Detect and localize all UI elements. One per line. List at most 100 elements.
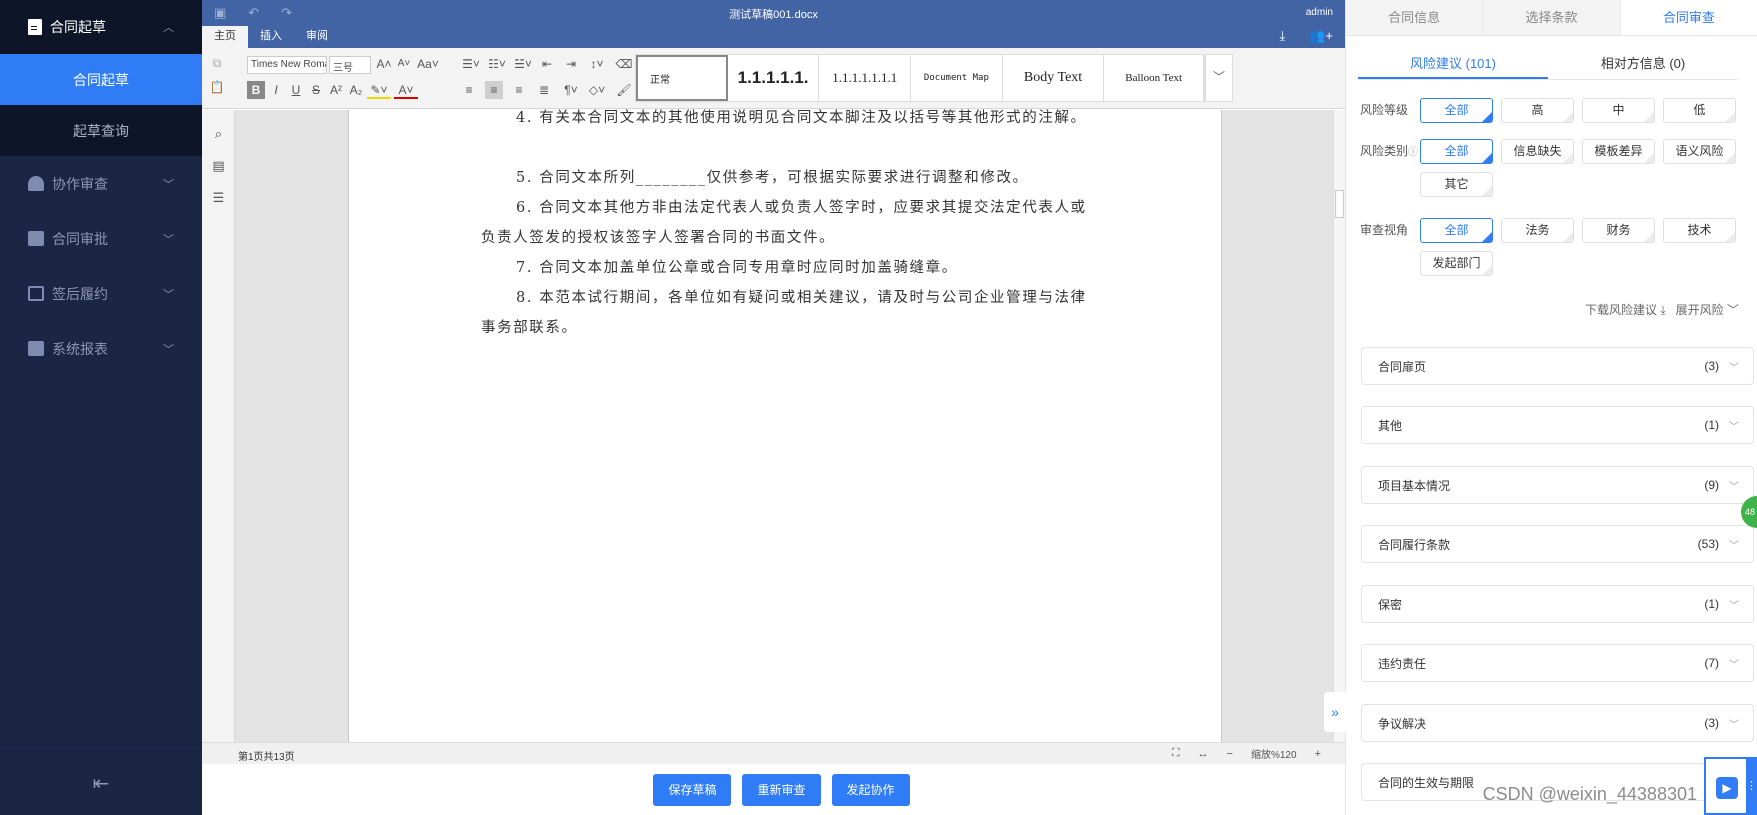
tab-counterparty-info[interactable]: 相对方信息 (0) — [1548, 52, 1738, 79]
risk-section[interactable]: 合同扉页 (3) ﹀ — [1361, 347, 1754, 385]
app-root: 合同起草 ︿ 合同起草 起草查询 协作审查 ﹀ 合同审批 ﹀ 签后履约 ﹀ 系统… — [0, 0, 1757, 815]
start-collab-button[interactable]: 发起协作 — [831, 773, 910, 806]
sidebar-item-collab-review[interactable]: 协作审查 ﹀ — [0, 156, 202, 211]
style-body-text[interactable]: Body Text — [1003, 55, 1105, 101]
risk-section[interactable]: 其他 (1) ﹀ — [1361, 406, 1754, 444]
font-color-icon[interactable]: A˅ — [394, 81, 418, 99]
fit-width-icon[interactable]: ↔ — [1198, 748, 1209, 760]
chip-initiating-dept[interactable]: 发起部门 — [1420, 251, 1493, 276]
re-review-button[interactable]: 重新审查 — [742, 773, 821, 806]
sidebar-item-post-sign[interactable]: 签后履约 ﹀ — [0, 266, 202, 321]
panel-collapse-button[interactable]: » — [1324, 692, 1346, 732]
sidebar-subitem-draft-query[interactable]: 起草查询 — [0, 105, 202, 156]
add-user-icon[interactable]: 👥+ — [1309, 28, 1333, 44]
fit-page-icon[interactable]: ⛶ — [1172, 747, 1180, 760]
tab-select-clauses[interactable]: 选择条款 — [1483, 0, 1621, 35]
chip-missing-info[interactable]: 信息缺失 — [1501, 139, 1574, 164]
chip-legal[interactable]: 法务 — [1501, 218, 1574, 243]
paste-icon[interactable]: 📋 — [208, 78, 226, 96]
chip-tech[interactable]: 技术 — [1663, 218, 1736, 243]
align-left-icon[interactable]: ≡ — [460, 81, 478, 99]
line-spacing-icon[interactable]: ↕˅ — [586, 55, 608, 73]
shading-icon[interactable]: ◇˅ — [586, 81, 608, 99]
save-draft-button[interactable]: 保存草稿 — [653, 773, 732, 806]
chip-all[interactable]: 全部 — [1420, 139, 1493, 164]
superscript-icon[interactable]: A² — [327, 81, 345, 99]
risk-section[interactable]: 争议解决 (3) ﹀ — [1361, 704, 1754, 742]
underline-icon[interactable]: U — [287, 81, 305, 99]
tab-contract-review[interactable]: 合同审查 — [1620, 0, 1757, 35]
chip-semantic-risk[interactable]: 语义风险 — [1663, 139, 1736, 164]
font-family-select[interactable]: Times New Roman — [247, 56, 327, 74]
tab-home[interactable]: 主页 — [202, 26, 248, 48]
highlight-icon[interactable]: ✎˅ — [367, 81, 391, 99]
style-document-map[interactable]: Document Map — [911, 55, 1003, 101]
chip-all[interactable]: 全部 — [1420, 98, 1493, 123]
copy-icon[interactable]: ⧉ — [208, 54, 226, 72]
info-icon[interactable]: ⓘ — [1408, 147, 1418, 158]
chip-other[interactable]: 其它 — [1420, 172, 1493, 197]
grow-font-icon[interactable]: A˄ — [375, 55, 393, 73]
style-heading1[interactable]: 1.1.1.1.1. — [728, 55, 820, 101]
bullet-list-icon[interactable]: ☰˅ — [460, 55, 482, 73]
italic-icon[interactable]: I — [267, 81, 285, 99]
risk-section[interactable]: 项目基本情况 (9) ﹀ — [1361, 466, 1754, 504]
panel-sub-tabs: 风险建议 (101) 相对方信息 (0) — [1358, 52, 1738, 80]
tab-contract-info[interactable]: 合同信息 — [1346, 0, 1484, 35]
chevron-down-icon: ﹀ — [1729, 362, 1739, 374]
outline-icon[interactable]: ☰ — [202, 190, 235, 206]
status-bar: 第1页共13页 ⛶ ↔ − 缩放%120 + — [202, 742, 1345, 764]
chip-medium[interactable]: 中 — [1582, 98, 1655, 123]
risk-section[interactable]: 违约责任 (7) ﹀ — [1361, 644, 1754, 682]
expand-risk-link[interactable]: 展开风险 ﹀ — [1676, 301, 1739, 318]
zoom-in-button[interactable]: + — [1315, 748, 1321, 760]
sidebar-group-contract-draft[interactable]: 合同起草 ︿ — [0, 0, 202, 54]
filter-label: 风险等级 — [1360, 103, 1409, 117]
subscript-icon[interactable]: A₂ — [347, 81, 365, 99]
shrink-font-icon[interactable]: A˅ — [395, 55, 413, 73]
align-right-icon[interactable]: ≡ — [510, 81, 528, 99]
style-gallery-expand[interactable]: ﹀ — [1205, 54, 1233, 102]
sidebar-collapse-button[interactable]: ⇤ — [0, 750, 202, 815]
align-center-icon[interactable]: ≡ — [485, 81, 503, 99]
risk-section[interactable]: 保密 (1) ﹀ — [1361, 585, 1754, 623]
strikethrough-icon[interactable]: S — [307, 81, 325, 99]
increase-indent-icon[interactable]: ⇥ — [562, 55, 580, 73]
style-heading2[interactable]: 1.1.1.1.1.1.1 — [819, 55, 912, 101]
zoom-out-button[interactable]: − — [1227, 748, 1233, 760]
assistant-button[interactable]: ▶ ⋮ — [1704, 757, 1757, 815]
change-case-icon[interactable]: Aa˅ — [415, 55, 441, 73]
numbered-list-icon[interactable]: ☷˅ — [486, 55, 508, 73]
clear-format-icon[interactable]: ⌫ — [615, 55, 633, 73]
risk-section[interactable]: 合同履行条款 (53) ﹀ — [1361, 525, 1754, 563]
chip-high[interactable]: 高 — [1501, 98, 1574, 123]
download-icon[interactable]: ⤓ — [1279, 28, 1285, 44]
style-normal[interactable]: 正常 — [636, 55, 728, 101]
chip-low[interactable]: 低 — [1663, 98, 1736, 123]
tab-risk-suggestions[interactable]: 风险建议 (101) — [1358, 52, 1548, 79]
download-risk-link[interactable]: 下载风险建议 ⤓ — [1585, 301, 1666, 318]
justify-icon[interactable]: ≣ — [535, 81, 553, 99]
search-icon[interactable]: ⌕ — [202, 126, 235, 142]
paragraph-mark-icon[interactable]: ¶˅ — [560, 81, 582, 99]
section-name: 项目基本情况 — [1378, 478, 1451, 493]
decrease-indent-icon[interactable]: ⇤ — [538, 55, 556, 73]
sidebar-subitem-contract-draft[interactable]: 合同起草 — [0, 54, 202, 105]
chip-all[interactable]: 全部 — [1420, 218, 1493, 243]
sidebar-item-label: 系统报表 — [52, 340, 108, 357]
tab-review[interactable]: 审阅 — [294, 26, 340, 48]
tab-insert[interactable]: 插入 — [248, 26, 294, 48]
font-size-select[interactable]: 三号 — [329, 56, 371, 74]
multilevel-list-icon[interactable]: ☱˅ — [512, 55, 534, 73]
vertical-scrollbar[interactable] — [1333, 110, 1345, 742]
bold-icon[interactable]: B — [247, 81, 265, 99]
sidebar-item-contract-approval[interactable]: 合同审批 ﹀ — [0, 211, 202, 266]
style-balloon-text[interactable]: Balloon Text — [1104, 55, 1204, 101]
scrollbar-thumb[interactable] — [1335, 190, 1344, 218]
chip-template-diff[interactable]: 模板差异 — [1582, 139, 1655, 164]
comment-icon[interactable]: ▤ — [202, 158, 235, 174]
sidebar-item-reports[interactable]: 系统报表 ﹀ — [0, 321, 202, 376]
format-painter-icon[interactable]: 🖌 — [615, 81, 633, 99]
chip-finance[interactable]: 财务 — [1582, 218, 1655, 243]
document-page[interactable]: 4. 有关本合同文本的其他使用说明见合同文本脚注及以括号等其他形式的注解。 5.… — [348, 110, 1222, 742]
